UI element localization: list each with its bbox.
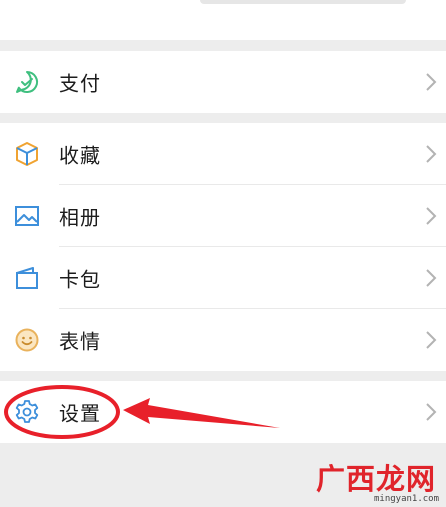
settings-group: 设置 (0, 381, 446, 443)
pay-icon (13, 68, 41, 96)
menu-item-label: 相册 (59, 205, 101, 230)
chevron-right-icon (426, 331, 437, 349)
watermark-title: 广西龙网 (316, 462, 437, 496)
chevron-right-icon (426, 207, 437, 225)
profile-section-bottom (0, 0, 446, 40)
menu-item-label: 设置 (59, 401, 101, 426)
pay-group: 支付 (0, 51, 446, 113)
chevron-right-icon (426, 403, 437, 421)
chevron-right-icon (426, 269, 437, 287)
menu-item-label: 表情 (59, 329, 101, 354)
menu-item-collect[interactable]: 收藏 (0, 123, 446, 185)
watermark: 广西龙网 mingyan1.com (316, 456, 446, 507)
menu-item-label: 支付 (59, 71, 101, 96)
gear-icon (13, 398, 41, 426)
menu-item-label: 卡包 (59, 267, 101, 292)
smiley-icon (13, 326, 41, 354)
chevron-right-icon (426, 73, 437, 91)
menu-item-stickers[interactable]: 表情 (0, 309, 446, 371)
menu-item-cards[interactable]: 卡包 (0, 247, 446, 309)
tools-group: 收藏 相册 卡包 表情 (0, 123, 446, 371)
picture-icon (13, 202, 41, 230)
watermark-url: mingyan1.com (374, 494, 440, 504)
chevron-right-icon (426, 145, 437, 163)
cube-icon (13, 140, 41, 168)
profile-card-edge (200, 0, 406, 4)
menu-item-settings[interactable]: 设置 (0, 381, 446, 443)
wallet-icon (13, 264, 41, 292)
menu-item-pay[interactable]: 支付 (0, 51, 446, 113)
menu-item-album[interactable]: 相册 (0, 185, 446, 247)
menu-item-label: 收藏 (59, 143, 101, 168)
